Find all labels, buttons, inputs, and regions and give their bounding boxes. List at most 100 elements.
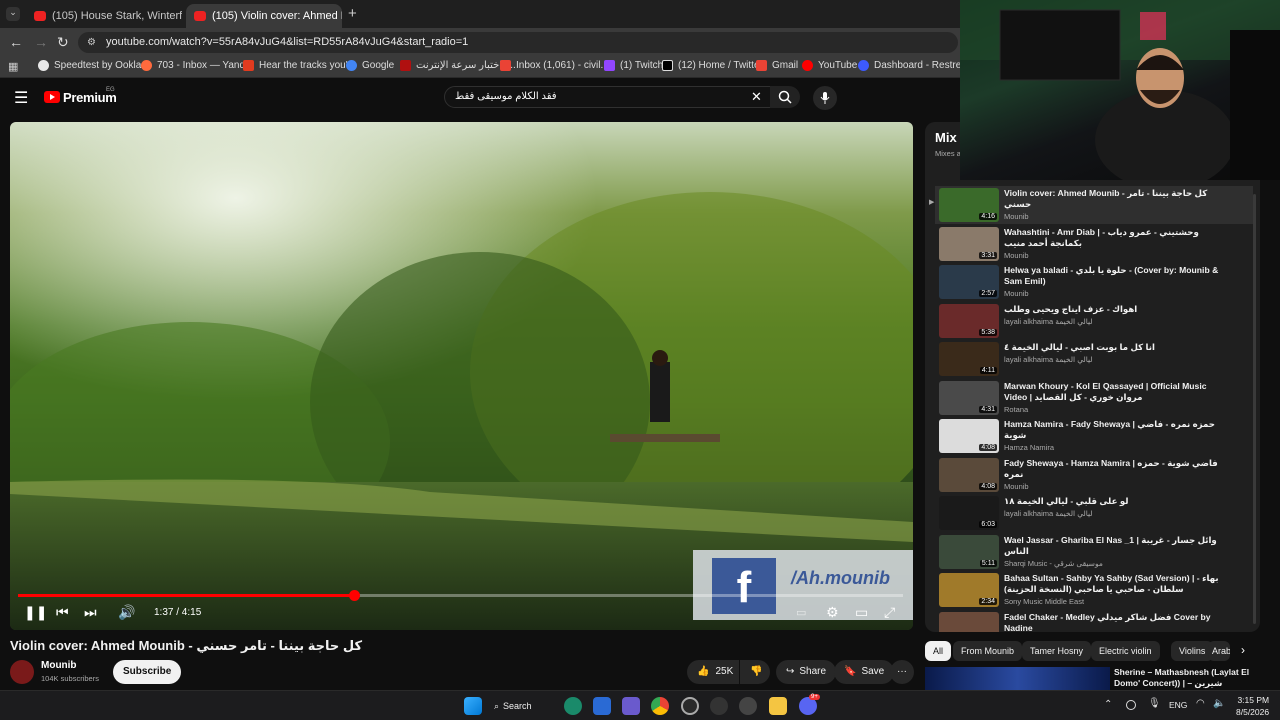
bookmark-tracks[interactable]: Hear the tracks you'... (243, 60, 356, 71)
url-field[interactable]: ⚙ youtube.com/watch?v=55rA84vJuG4&list=R… (78, 32, 958, 53)
bookmark-youtube[interactable]: YouTube (802, 60, 857, 71)
playlist-thumbnail: 5:38 (939, 303, 999, 338)
bookmark-restream[interactable]: Dashboard - Restre... (858, 60, 970, 71)
tab-search-icon[interactable]: ⌄ (6, 7, 20, 21)
chip-violins[interactable]: Violins (1171, 641, 1214, 661)
playlist-item[interactable]: Fadel Chaker - Medley فضل شاكر ميدلي Cov… (935, 610, 1253, 632)
obs-icon[interactable] (681, 697, 699, 715)
bookmark-google[interactable]: Google (346, 60, 394, 71)
speaker-icon[interactable]: 🔈 (1213, 698, 1225, 709)
video-progress-bar[interactable] (18, 590, 903, 601)
bookmark-twitter[interactable]: (12) Home / Twitter (662, 60, 763, 71)
taskbar-search[interactable]: ⌕ Search (494, 697, 552, 715)
bookmark-speedtest[interactable]: Speedtest by Ookla... (38, 60, 150, 71)
playlist-item[interactable]: ▶ 4:16 Violin cover: Ahmed Mounib - كل حاج… (929, 186, 1253, 224)
chip-tamer-hosny[interactable]: Tamer Hosny (1022, 641, 1092, 661)
volume-icon[interactable]: 🔊 (118, 604, 135, 621)
playlist-item-channel: layali alkhaima ليالي الخيمة (1004, 316, 1093, 326)
reload-icon[interactable]: ↻ (57, 34, 69, 51)
chevron-right-icon[interactable]: › (1241, 643, 1245, 657)
forward-arrow-icon[interactable]: → (34, 34, 48, 50)
region-code: EG (106, 87, 115, 93)
playlist-item[interactable]: 5:38 اهواك - عزف ايناج ويحيى وطلب layali a… (935, 302, 1253, 340)
restream-icon (858, 60, 869, 71)
recommended-video[interactable]: Sherine – Mathasbnesh (Laylat El Domo' C… (925, 665, 1260, 690)
apps-grid-icon[interactable]: ▦ (8, 60, 18, 73)
wordpress-icon[interactable] (739, 697, 757, 715)
browser-tab-violin-cover[interactable]: (105) Violin cover: Ahmed M 🔊 ✕ (186, 4, 342, 28)
duration-badge: 4:11 (979, 367, 997, 374)
voice-search-button[interactable] (813, 86, 837, 110)
playlist-thumbnail: 5:11 (939, 534, 999, 569)
bookmark-label: (1) Twitch (620, 60, 664, 71)
playlist-item[interactable]: 3:31 Wahashtini - Amr Diab | وحشتيني - عم… (935, 225, 1253, 263)
new-tab-button[interactable]: + (348, 5, 357, 22)
microphone-tray-icon[interactable]: 🎙 (1148, 698, 1161, 709)
playlist-item[interactable]: 2:57 Helwa ya baladi - حلوة يا بلدي - (Co… (935, 263, 1253, 301)
playlist-item[interactable]: 4:08 Hamza Namira - Fady Shewaya | حمزه ن… (935, 417, 1253, 455)
chrome-icon[interactable] (651, 697, 669, 715)
browser-tab-house-stark[interactable]: (105) House Stark, Winterfell Th ✕ (26, 4, 182, 28)
bookmark-yandex-inbox[interactable]: 703 - Inbox — Yand... (141, 60, 253, 71)
file-explorer-icon[interactable] (769, 697, 787, 715)
settings-gear-icon[interactable]: ⚙ (826, 604, 839, 621)
scrollbar[interactable] (1253, 194, 1256, 624)
subscribe-button[interactable]: Subscribe (113, 660, 182, 684)
theater-mode-icon[interactable]: ▭ (855, 604, 868, 621)
channel-avatar[interactable] (10, 660, 34, 684)
chevron-up-icon[interactable]: ⌃ (1104, 699, 1112, 710)
dislike-button[interactable]: 👎 (740, 660, 770, 684)
wifi-icon[interactable]: ◠ (1196, 698, 1205, 709)
playlist-thumbnail: 3:31 (939, 226, 999, 261)
playlist-item[interactable]: 4:08 Fady Shewaya - Hamza Namira | فاضي ش… (935, 456, 1253, 494)
playlist-item[interactable]: 4:31 Marwan Khoury - Kol El Qassayed | Of… (935, 379, 1253, 417)
fullscreen-icon[interactable]: ⤢ (884, 604, 895, 621)
hamburger-menu-icon[interactable]: ☰ (14, 88, 28, 108)
like-button[interactable]: 👍 25K (687, 660, 739, 684)
playlist-item[interactable]: 4:11 انا كل ما بوبت اصبي - ليالي الخيمة ٤… (935, 340, 1253, 378)
search-button[interactable] (770, 86, 800, 108)
playlist-thumbnail: 6:03 (939, 496, 999, 530)
search-input[interactable]: فقد الكلام موسيقى فقط ✕ (444, 86, 772, 108)
bookmark-label: Inbox (1,061) - civil... (516, 60, 609, 71)
keyboard-language[interactable]: ENG (1169, 700, 1187, 710)
chip-electric-violin[interactable]: Electric violin (1091, 641, 1160, 661)
webcam-overlay (960, 0, 1280, 180)
clock[interactable]: 3:15 PM 8/5/2026 (1236, 694, 1269, 718)
bookmark-twitch[interactable]: (1) Twitch (604, 60, 663, 71)
channel-name[interactable]: Mounib (41, 660, 77, 671)
bookmark-gmail-inbox[interactable]: Inbox (1,061) - civil... (500, 60, 609, 71)
playlist-item[interactable]: 2:34 Bahaa Sultan - Sahby Ya Sahby (Sad V… (935, 571, 1253, 609)
thumbs-up-icon: 👍 (697, 666, 710, 677)
chip-all[interactable]: All (925, 641, 952, 661)
4k-downloader-icon[interactable] (710, 697, 728, 715)
previous-icon[interactable]: ⏮ (56, 604, 69, 621)
playlist-item[interactable]: 5:11 Wael Jassar - Ghariba El Nas _1 | وا… (935, 533, 1253, 571)
playlist-item-title: Violin cover: Ahmed Mounib - كل حاجة بين… (1004, 188, 1208, 209)
next-icon[interactable]: ⏭ (84, 604, 97, 621)
site-info-icon[interactable]: ⚙ (87, 32, 96, 53)
mail-icon[interactable] (593, 697, 611, 715)
tray-app-icon[interactable] (1126, 700, 1136, 710)
edge-icon[interactable] (564, 697, 582, 715)
clear-search-icon[interactable]: ✕ (751, 87, 762, 107)
start-windows-icon[interactable] (464, 697, 482, 715)
duration-badge: 2:57 (979, 290, 997, 297)
back-arrow-icon[interactable]: ← (9, 34, 23, 50)
playlist-item-channel: Rotana (1004, 404, 1029, 414)
bookmark-gmail[interactable]: Gmail (756, 60, 798, 71)
subtitles-icon[interactable]: ▭ (796, 606, 806, 619)
video-player[interactable]: f /Ah.mounib ❚❚ ⏮ ⏭ 🔊 1:37 / 4:15 ▭ ⚙ ▭ … (10, 122, 913, 630)
share-button[interactable]: ↪ Share (776, 660, 837, 684)
pause-icon[interactable]: ❚❚ (24, 604, 47, 621)
app-icon[interactable] (622, 697, 640, 715)
playlist-thumbnail: 4:31 (939, 380, 999, 415)
chip-arab[interactable]: Arab (1208, 641, 1230, 661)
bookmark-speed-test-arabic[interactable]: اختبار سرعة الإنترنت |... (400, 60, 516, 71)
more-actions-button[interactable]: ··· (890, 660, 914, 684)
chip-from-mounib[interactable]: From Mounib (953, 641, 1023, 661)
playlist-item[interactable]: 6:03 لو على قلبي - ليالي الخيمة ١٨ layali … (935, 494, 1253, 532)
save-button[interactable]: 🔖 Save (834, 660, 895, 684)
playlist-item-channel: Mounib (1004, 481, 1029, 491)
playlist-item-channel: Mounib (1004, 212, 1029, 221)
